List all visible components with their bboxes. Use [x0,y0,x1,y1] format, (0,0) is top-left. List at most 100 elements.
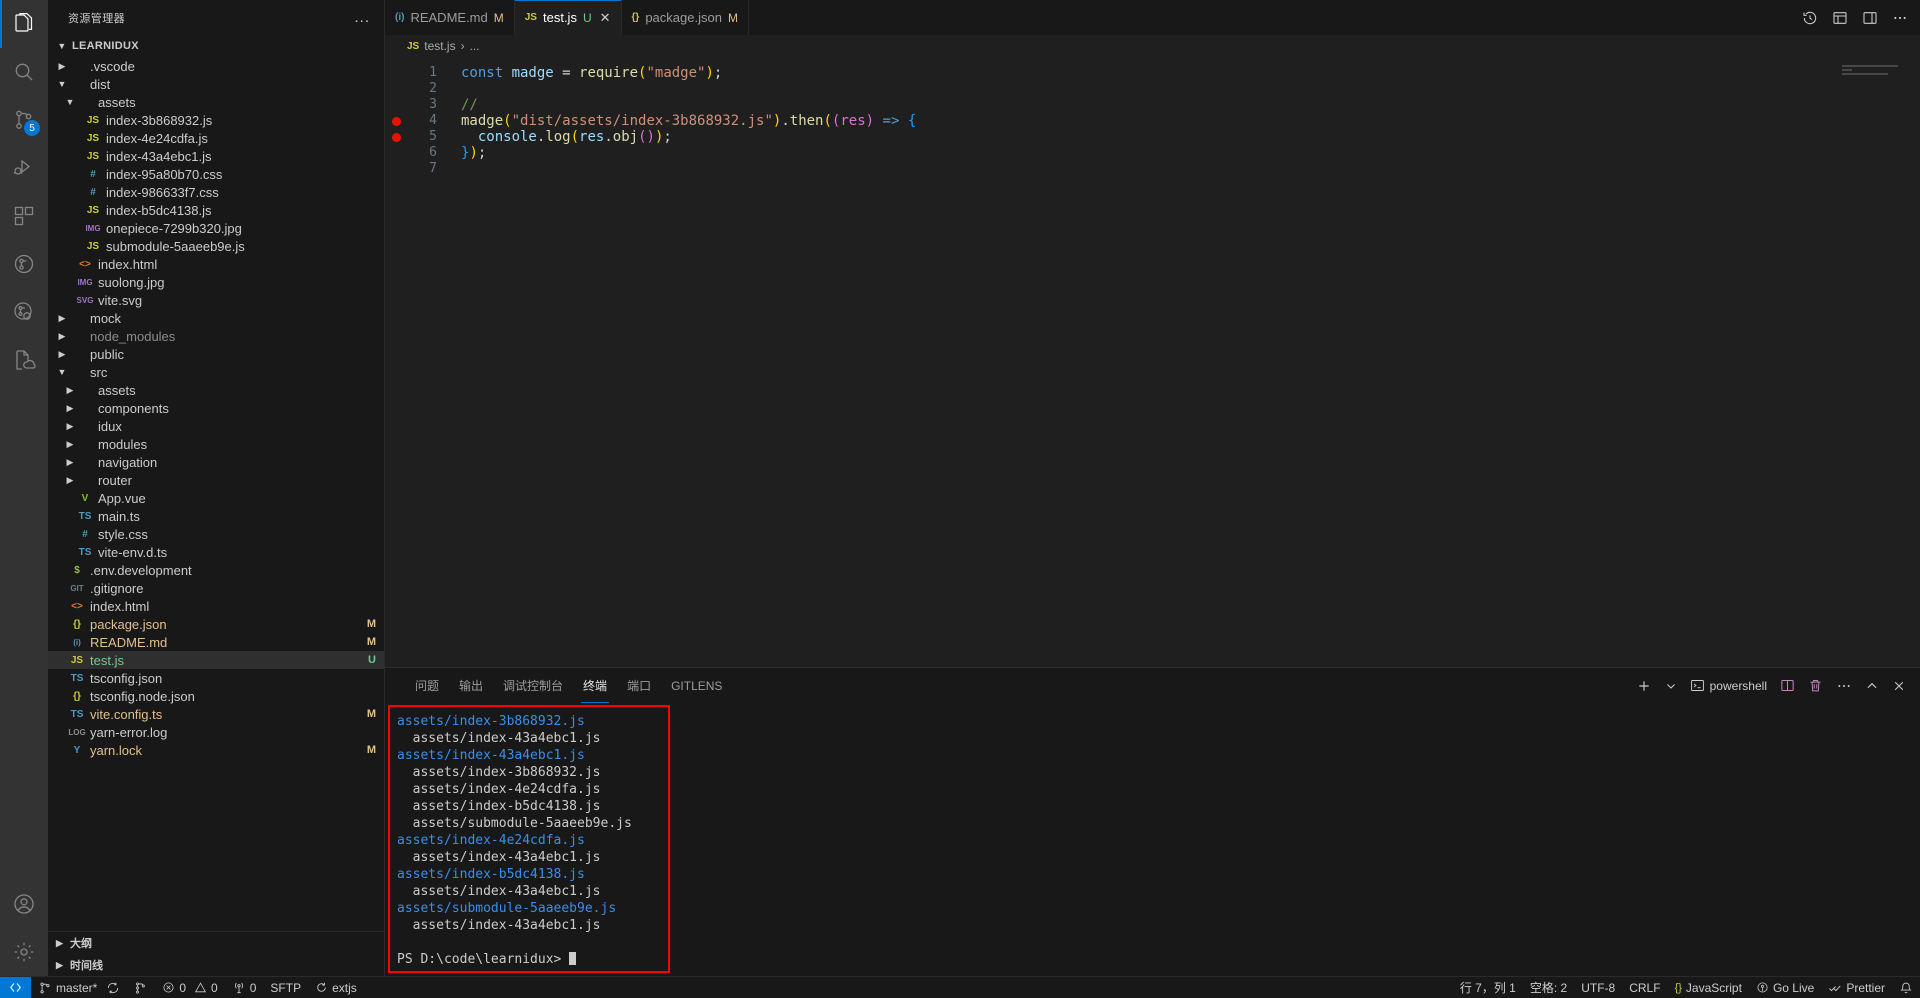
status-notifications[interactable] [1892,977,1920,998]
status-language-mode[interactable]: {} JavaScript [1668,977,1749,998]
code-line[interactable]: 5 console.log(res.obj()); [385,129,1920,145]
tree-file[interactable]: JS index-3b868932.js [48,111,384,129]
editor-tab[interactable]: {} package.json M [621,0,749,35]
activity-remote-explorer[interactable] [0,336,48,384]
close-panel-icon[interactable] [1892,679,1906,693]
section-timeline[interactable]: ▶ 时间线 [48,954,384,976]
breadcrumb-file[interactable]: test.js [424,39,455,53]
status-go-live[interactable]: Go Live [1749,977,1821,998]
sidebar-more-actions-icon[interactable]: ... [354,9,376,26]
status-eol[interactable]: CRLF [1622,977,1667,998]
tree-file[interactable]: <> index.html [48,597,384,615]
code-editor[interactable]: 1 const madge = require("madge"); 2 3 // 4 mad… [385,57,1920,667]
active-terminal-chip[interactable]: powershell [1690,678,1767,693]
tree-folder[interactable]: ▶ .vscode [48,57,384,75]
panel-tab[interactable]: 输出 [449,668,493,703]
tree-folder[interactable]: ▶ assets [48,381,384,399]
tree-folder[interactable]: ▶ idux [48,417,384,435]
tree-file[interactable]: # style.css [48,525,384,543]
breakpoint-icon[interactable] [385,132,407,142]
panel-tab[interactable]: 端口 [617,668,661,703]
tree-file[interactable]: JS index-b5dc4138.js [48,201,384,219]
status-sftp[interactable]: SFTP [263,977,308,998]
breadcrumb-symbols[interactable]: ... [470,39,480,53]
panel-tab[interactable]: GITLENS [661,668,732,703]
status-ports[interactable]: 0 [225,977,264,998]
tree-file[interactable]: Yyarn.lock M [48,741,384,759]
code-line[interactable]: 4 madge("dist/assets/index-3b868932.js").… [385,113,1920,129]
tree-file[interactable]: JS submodule-5aaeeb9e.js [48,237,384,255]
tree-file[interactable]: (i) README.md M [48,633,384,651]
status-branch[interactable]: master* [31,977,127,998]
tree-file[interactable]: IMG onepiece-7299b320.jpg [48,219,384,237]
tree-file[interactable]: {} tsconfig.node.json [48,687,384,705]
tree-file[interactable]: SVG vite.svg [48,291,384,309]
tree-folder[interactable]: ▶ modules [48,435,384,453]
tree-file[interactable]: JS index-43a4ebc1.js [48,147,384,165]
layout-panel-icon[interactable] [1862,10,1878,26]
breadcrumb[interactable]: JS test.js › ... [385,35,1920,57]
code-line[interactable]: 2 [385,81,1920,97]
tree-folder[interactable]: ▶ components [48,399,384,417]
activity-source-control[interactable]: 5 [0,96,48,144]
panel-tabs[interactable]: 问题 输出 调试控制台 终端 端口 GITLENS [405,668,732,703]
activity-gitlens[interactable] [0,240,48,288]
tree-file[interactable]: TS vite.config.ts M [48,705,384,723]
add-terminal-icon[interactable] [1636,678,1652,694]
status-problems[interactable]: 0 0 [155,977,224,998]
tree-file[interactable]: GIT .gitignore [48,579,384,597]
status-indentation[interactable]: 空格: 2 [1523,977,1574,998]
code-line[interactable]: 6}); [385,145,1920,161]
tree-folder[interactable]: ▼ dist [48,75,384,93]
tree-file[interactable]: IMG suolong.jpg [48,273,384,291]
status-git-graph[interactable] [127,977,155,998]
editor-tab[interactable]: JS test.js U ✕ [514,0,622,35]
tree-file[interactable]: {} package.json M [48,615,384,633]
more-actions-icon[interactable] [1836,678,1852,694]
tab-close-icon[interactable]: ✕ [600,10,611,26]
workspace-root-row[interactable]: ▼ LEARNIDUX [48,35,384,57]
tree-file[interactable]: TS vite-env.d.ts [48,543,384,561]
status-encoding[interactable]: UTF-8 [1574,977,1622,998]
tree-folder[interactable]: ▶ router [48,471,384,489]
activity-explorer[interactable] [0,0,48,48]
activity-gitlens-inspect[interactable] [0,288,48,336]
tree-file[interactable]: V App.vue [48,489,384,507]
split-terminal-icon[interactable] [1780,678,1795,693]
status-extjs[interactable]: extjs [308,977,364,998]
tree-file[interactable]: LOG yarn-error.log [48,723,384,741]
tree-folder[interactable]: ▶ navigation [48,453,384,471]
activity-accounts[interactable] [0,880,48,928]
tree-file[interactable]: TS tsconfig.json [48,669,384,687]
activity-run-debug[interactable] [0,144,48,192]
editor-tabs[interactable]: (i) README.md M JS test.js U ✕ {} package.json M [385,0,749,35]
more-actions-icon[interactable] [1892,10,1908,26]
split-layout-icon[interactable] [1832,10,1848,26]
tree-folder[interactable]: ▶ public [48,345,384,363]
tree-file[interactable]: JS test.js U [48,651,384,669]
activity-search[interactable] [0,48,48,96]
tree-folder[interactable]: ▼ src [48,363,384,381]
tree-file[interactable]: <> index.html [48,255,384,273]
activity-extensions[interactable] [0,192,48,240]
status-cursor-position[interactable]: 行 7，列 1 [1453,977,1523,998]
tree-file[interactable]: JS index-4e24cdfa.js [48,129,384,147]
tree-folder[interactable]: ▼ assets [48,93,384,111]
panel-tab[interactable]: 调试控制台 [493,668,573,703]
kill-terminal-icon[interactable] [1808,678,1823,693]
status-prettier[interactable]: Prettier [1821,977,1892,998]
status-remote-host[interactable] [0,976,31,998]
code-line[interactable]: 7 [385,161,1920,177]
maximize-panel-icon[interactable] [1865,679,1879,693]
tree-file[interactable]: TS main.ts [48,507,384,525]
minimap[interactable] [1842,65,1906,81]
timeline-icon[interactable] [1802,10,1818,26]
code-line[interactable]: 3 // [385,97,1920,113]
section-outline[interactable]: ▶ 大纲 [48,932,384,954]
editor-tab[interactable]: (i) README.md M [385,0,515,35]
tree-folder[interactable]: ▶ mock [48,309,384,327]
terminal-view[interactable]: PS D:\code\learnidux>PS D:\code\learnidu… [385,703,1920,976]
activity-settings[interactable] [0,928,48,976]
breakpoint-icon[interactable] [385,116,407,126]
tree-file[interactable]: # index-95a80b70.css [48,165,384,183]
